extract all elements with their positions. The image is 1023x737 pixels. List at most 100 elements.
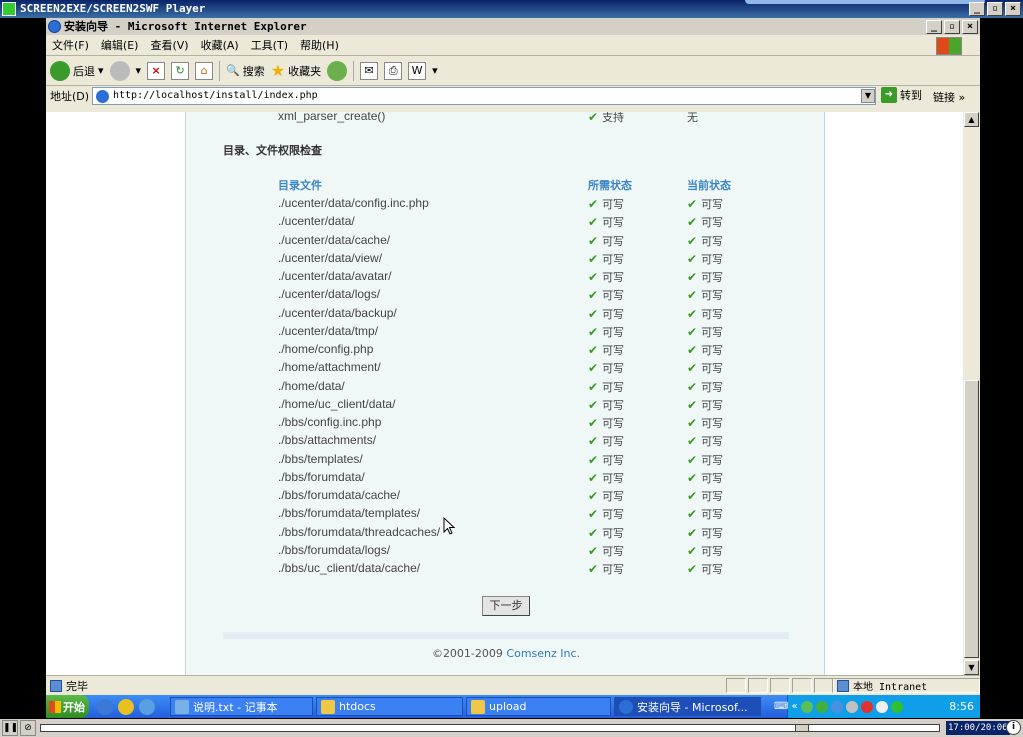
- row-current: ✔ 可写: [687, 543, 723, 559]
- forward-button[interactable]: [109, 60, 130, 81]
- ie-title: 安装向导 - Microsoft Internet Explorer: [64, 20, 307, 33]
- menu-favorites[interactable]: 收藏(A): [201, 37, 239, 53]
- menu-edit[interactable]: 编辑(E): [101, 37, 139, 53]
- status-bar: 完毕 本地 Intranet: [46, 675, 980, 695]
- stop-icon[interactable]: ×: [147, 61, 166, 80]
- desktop-launch-icon[interactable]: [139, 698, 155, 715]
- home-icon[interactable]: ⌂: [195, 61, 214, 80]
- playback-progress[interactable]: [40, 724, 940, 732]
- vertical-scrollbar[interactable]: ▲ ▼: [963, 112, 980, 675]
- menu-help[interactable]: 帮助(H): [300, 37, 339, 53]
- row-current-text: 可写: [701, 544, 724, 558]
- row-required: ✔ 可写: [588, 251, 624, 267]
- tray-icon-net2[interactable]: [830, 700, 843, 713]
- star-icon: ★: [270, 61, 286, 80]
- ie-task-icon: [619, 699, 633, 714]
- check-icon: ✔: [588, 306, 599, 321]
- address-dropdown-icon[interactable]: ▼: [861, 89, 875, 103]
- ie-close-icon[interactable]: ×: [962, 20, 978, 34]
- check-icon: ✔: [687, 525, 698, 540]
- go-button[interactable]: ➜ 转到: [881, 87, 922, 103]
- scroll-down-icon[interactable]: ▼: [964, 660, 979, 675]
- row-required-text: 可写: [602, 362, 625, 376]
- row-current: ✔ 可写: [687, 415, 723, 431]
- print-icon[interactable]: ⎙: [384, 61, 403, 80]
- links-button[interactable]: 链接 »: [933, 89, 965, 105]
- ie-launch-icon[interactable]: [97, 698, 113, 715]
- ie-minimize-icon[interactable]: _: [926, 20, 942, 34]
- back-dropdown-icon[interactable]: ▾: [98, 64, 104, 77]
- address-input[interactable]: http://localhost/install/index.php: [92, 87, 876, 105]
- tray-icon-plus[interactable]: [890, 700, 903, 713]
- scroll-up-icon[interactable]: ▲: [964, 112, 979, 127]
- back-button[interactable]: 后退 ▾: [50, 60, 104, 81]
- check-icon: ✔: [687, 251, 698, 266]
- check-icon: ✔: [588, 197, 599, 211]
- start-label: 开始: [63, 700, 85, 714]
- check-icon: ✔: [588, 489, 599, 503]
- edit-icon[interactable]: W: [408, 61, 427, 80]
- mail-icon[interactable]: ✉: [360, 61, 379, 80]
- tray-expand-icon[interactable]: «: [791, 701, 797, 712]
- toolbar-separator-2: [353, 60, 355, 81]
- forward-dropdown-icon[interactable]: ▾: [136, 64, 142, 77]
- check-icon: ✔: [687, 489, 698, 503]
- row-required: ✔ 可写: [588, 233, 624, 249]
- search-label: 搜索: [242, 64, 265, 78]
- player-controls: ❚❚ ⊘ 17:00/20:06 i: [0, 719, 1023, 737]
- start-button[interactable]: 开始: [46, 695, 89, 718]
- row-required: ✔ 可写: [588, 433, 624, 449]
- playback-thumb[interactable]: [795, 724, 810, 732]
- menu-tools[interactable]: 工具(T): [251, 37, 288, 53]
- next-step-button[interactable]: 下一步: [482, 596, 530, 616]
- volume-icon[interactable]: [875, 700, 888, 713]
- messenger-launch-icon[interactable]: [118, 698, 134, 715]
- refresh-icon[interactable]: ↻: [171, 61, 190, 80]
- footer-company-link[interactable]: Comsenz Inc.: [506, 647, 580, 660]
- row-required: ✔ 可写: [588, 324, 624, 340]
- row-required-text: 可写: [602, 417, 625, 430]
- tray-icon-network[interactable]: [800, 700, 813, 713]
- search-button[interactable]: 🔍 搜索: [226, 63, 265, 79]
- system-tray: ⌨ « 8:56: [774, 695, 980, 718]
- stop-playback-icon[interactable]: ⊘: [20, 720, 36, 736]
- check-icon: ✔: [687, 343, 698, 357]
- menu-file[interactable]: 文件(F): [52, 37, 89, 53]
- more-dropdown-icon[interactable]: ▾: [432, 64, 438, 77]
- check-icon: ✔: [687, 233, 698, 248]
- restore-icon[interactable]: ▫: [987, 2, 1003, 16]
- player-title: SCREEN2EXE/SCREEN2SWF Player: [20, 2, 206, 15]
- back-arrow-icon: [50, 60, 70, 81]
- toolbar: 后退 ▾ ▾ × ↻ ⌂ 🔍 搜索 ★ 收藏夹 ✉ ⎙ W ▾: [46, 56, 980, 86]
- pause-icon[interactable]: ❚❚: [2, 720, 18, 736]
- minimize-icon[interactable]: _: [969, 2, 985, 16]
- check-icon: ✔: [687, 470, 698, 485]
- check-icon: ✔: [687, 288, 698, 303]
- task-htdocs[interactable]: htdocs: [316, 697, 463, 716]
- task-notepad[interactable]: 说明.txt - 记事本: [170, 697, 313, 716]
- close-icon[interactable]: ×: [1005, 2, 1021, 16]
- tray-icon-qq[interactable]: [860, 700, 873, 713]
- check-icon: ✔: [588, 379, 599, 394]
- scroll-thumb[interactable]: [964, 380, 979, 658]
- tray-icon-app[interactable]: [815, 700, 828, 713]
- favorites-button[interactable]: ★ 收藏夹: [271, 61, 321, 80]
- row-required: ✔ 可写: [588, 452, 624, 468]
- partial-row-required: ✔ 支持: [588, 112, 625, 124]
- ie-window-controls: _ ▫ ×: [926, 20, 978, 34]
- row-required-text: 可写: [602, 307, 625, 321]
- menu-view[interactable]: 查看(V): [150, 37, 188, 53]
- row-current: ✔ 可写: [687, 525, 723, 541]
- check-icon: ✔: [687, 507, 698, 522]
- keyboard-icon[interactable]: ⌨: [774, 701, 788, 712]
- check-icon: ✔: [588, 562, 599, 576]
- row-required: ✔ 可写: [588, 543, 624, 559]
- address-value: http://localhost/install/index.php: [113, 90, 318, 101]
- ie-restore-icon[interactable]: ▫: [944, 20, 960, 34]
- tray-icon-settings[interactable]: [845, 700, 858, 713]
- task-install-wizard[interactable]: 安装向导 - Microsof...: [614, 697, 761, 716]
- row-file: ./home/data/: [278, 378, 345, 393]
- task-upload[interactable]: upload: [466, 697, 611, 716]
- history-icon[interactable]: [327, 60, 348, 81]
- info-icon[interactable]: i: [1006, 720, 1021, 735]
